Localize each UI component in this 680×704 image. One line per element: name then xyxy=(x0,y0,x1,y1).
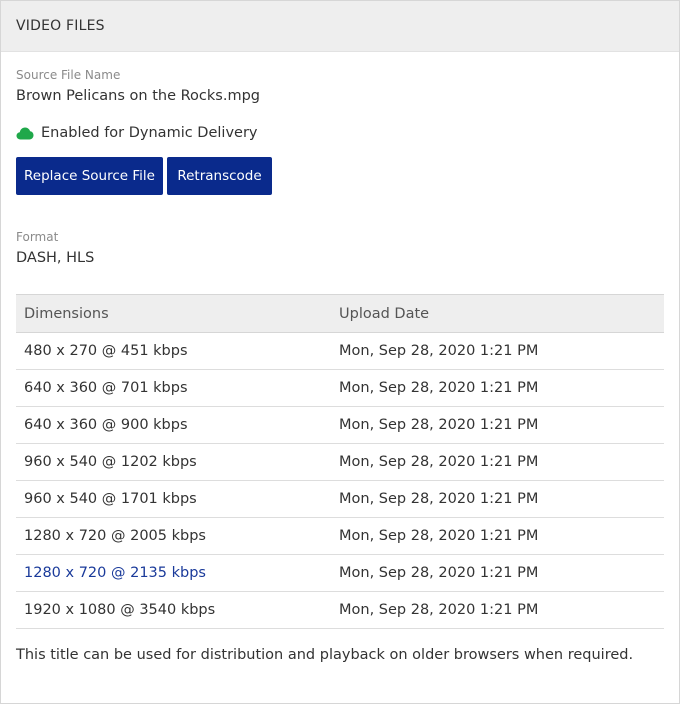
replace-source-file-button[interactable]: Replace Source File xyxy=(16,157,163,195)
cloud-icon xyxy=(16,127,34,140)
rendition-upload-date: Mon, Sep 28, 2020 1:21 PM xyxy=(331,480,664,518)
source-actions: Replace Source File Retranscode xyxy=(16,157,664,195)
distribution-note: This title can be used for distribution … xyxy=(16,647,634,663)
table-row: 640 x 360 @ 701 kbps Mon, Sep 28, 2020 1… xyxy=(16,369,664,407)
rendition-upload-date: Mon, Sep 28, 2020 1:21 PM xyxy=(331,554,664,592)
table-row: 1920 x 1080 @ 3540 kbps Mon, Sep 28, 202… xyxy=(16,591,664,629)
rendition-upload-date: Mon, Sep 28, 2020 1:21 PM xyxy=(331,517,664,555)
rendition-dimensions: 640 x 360 @ 701 kbps xyxy=(16,369,331,407)
rendition-upload-date: Mon, Sep 28, 2020 1:21 PM xyxy=(331,406,664,444)
rendition-dimensions: 640 x 360 @ 900 kbps xyxy=(16,406,331,444)
table-row: 960 x 540 @ 1701 kbps Mon, Sep 28, 2020 … xyxy=(16,480,664,518)
retranscode-button[interactable]: Retranscode xyxy=(167,157,272,195)
table-header-row: Dimensions Upload Date xyxy=(16,294,664,333)
rendition-upload-date: Mon, Sep 28, 2020 1:21 PM xyxy=(331,443,664,481)
source-file-label: Source File Name xyxy=(16,68,121,82)
panel-body: Source File Name Brown Pelicans on the R… xyxy=(1,68,679,664)
format-label: Format xyxy=(16,230,59,244)
source-file-name: Brown Pelicans on the Rocks.mpg xyxy=(16,88,260,104)
rendition-dimensions: 480 x 270 @ 451 kbps xyxy=(16,332,331,370)
renditions-table: Dimensions Upload Date 480 x 270 @ 451 k… xyxy=(16,294,664,629)
panel-header: VIDEO FILES xyxy=(1,1,679,52)
format-value: DASH, HLS xyxy=(16,250,95,266)
rendition-dimensions: 960 x 540 @ 1202 kbps xyxy=(16,443,331,481)
rendition-dimensions: 1920 x 1080 @ 3540 kbps xyxy=(16,591,331,629)
table-row: 640 x 360 @ 900 kbps Mon, Sep 28, 2020 1… xyxy=(16,406,664,444)
table-row: 1280 x 720 @ 2005 kbps Mon, Sep 28, 2020… xyxy=(16,517,664,555)
video-files-panel: VIDEO FILES Source File Name Brown Pelic… xyxy=(0,0,680,704)
rendition-dimensions-link[interactable]: 1280 x 720 @ 2135 kbps xyxy=(16,554,331,592)
table-row: 480 x 270 @ 451 kbps Mon, Sep 28, 2020 1… xyxy=(16,332,664,370)
column-header-dimensions: Dimensions xyxy=(24,305,109,322)
dynamic-delivery-label: Enabled for Dynamic Delivery xyxy=(41,125,258,141)
rendition-upload-date: Mon, Sep 28, 2020 1:21 PM xyxy=(331,332,664,370)
rendition-dimensions: 1280 x 720 @ 2005 kbps xyxy=(16,517,331,555)
dynamic-delivery-status: Enabled for Dynamic Delivery xyxy=(16,124,664,142)
table-row-selected[interactable]: 1280 x 720 @ 2135 kbps Mon, Sep 28, 2020… xyxy=(16,554,664,592)
rendition-upload-date: Mon, Sep 28, 2020 1:21 PM xyxy=(331,591,664,629)
column-header-upload-date: Upload Date xyxy=(339,305,430,322)
rendition-dimensions: 960 x 540 @ 1701 kbps xyxy=(16,480,331,518)
table-row: 960 x 540 @ 1202 kbps Mon, Sep 28, 2020 … xyxy=(16,443,664,481)
panel-title: VIDEO FILES xyxy=(16,18,105,34)
rendition-upload-date: Mon, Sep 28, 2020 1:21 PM xyxy=(331,369,664,407)
